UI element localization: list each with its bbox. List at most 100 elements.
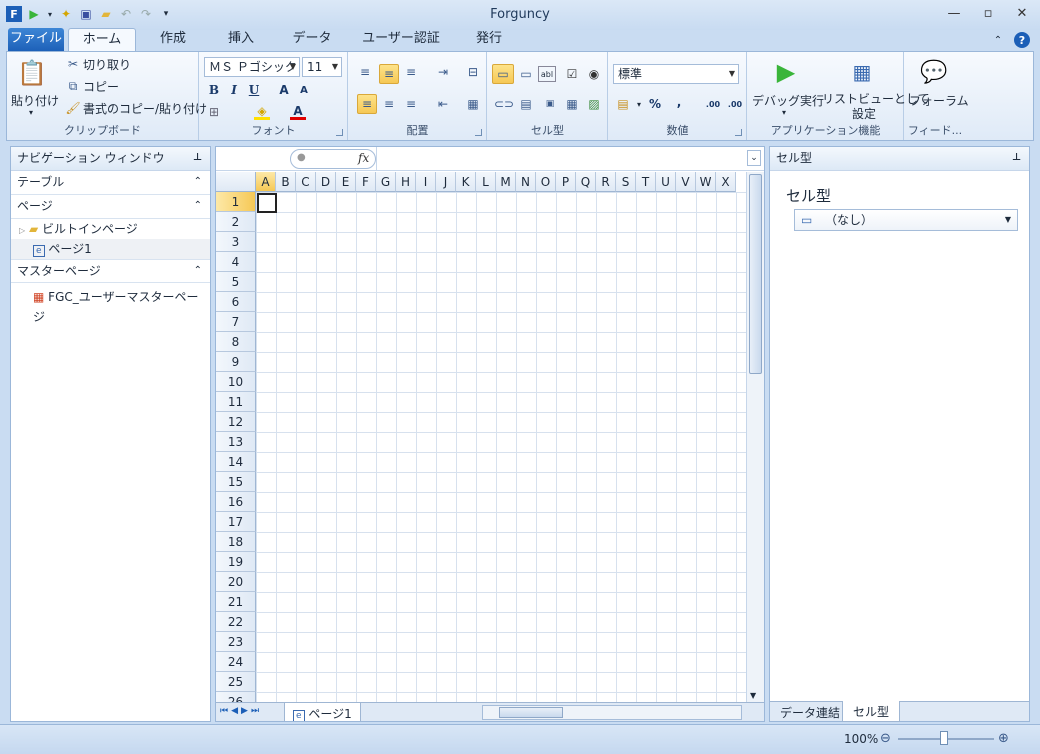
tab-insert[interactable]: 挿入 xyxy=(216,28,266,52)
align-middle-icon[interactable]: ≡ xyxy=(379,64,399,84)
column-header[interactable]: E xyxy=(336,172,356,192)
chevron-up-icon[interactable]: ⌃ xyxy=(194,260,202,282)
sheet-tab-page1[interactable]: e ページ1 xyxy=(284,703,361,721)
tab-user-auth[interactable]: ユーザー認証 xyxy=(358,28,444,52)
outdent-icon[interactable]: ⇤ xyxy=(435,96,451,112)
expand-formula-icon[interactable]: ⌄ xyxy=(747,150,761,166)
paste-dropdown-icon[interactable]: ▾ xyxy=(29,108,33,117)
listview-button-line2[interactable]: 設定 xyxy=(852,105,876,122)
listview-icon[interactable]: ▦ xyxy=(848,58,876,86)
grow-font-icon[interactable]: A xyxy=(276,82,292,98)
button-celltype-icon[interactable]: ▭ xyxy=(518,66,534,82)
image-celltype-icon[interactable]: ▨ xyxy=(586,96,602,112)
row-header[interactable]: 9 xyxy=(216,352,256,372)
comma-icon[interactable]: , xyxy=(671,94,687,110)
zoom-slider-handle[interactable] xyxy=(940,731,948,745)
debug-dropdown-icon[interactable]: ▾ xyxy=(782,108,786,117)
shrink-font-icon[interactable]: A xyxy=(296,82,312,98)
row-header[interactable]: 14 xyxy=(216,452,256,472)
paste-button[interactable]: 貼り付け xyxy=(11,92,59,109)
collapse-ribbon-icon[interactable]: ⌃ xyxy=(990,32,1006,48)
nav-item-builtin-pages[interactable]: ▷ ▰ ビルトインページ xyxy=(11,219,210,239)
debug-run-button[interactable]: デバッグ実行 xyxy=(752,92,824,109)
tab-data[interactable]: データ xyxy=(284,28,340,52)
horizontal-scrollbar[interactable] xyxy=(482,705,742,720)
row-header[interactable]: 11 xyxy=(216,392,256,412)
align-center-icon[interactable]: ≡ xyxy=(381,96,397,112)
fx-icon[interactable]: fx xyxy=(358,151,369,165)
scroll-down-icon[interactable]: ▼ xyxy=(750,691,756,700)
pin-icon[interactable]: ⊥ xyxy=(193,147,202,169)
close-icon[interactable]: ✕ xyxy=(1012,6,1032,22)
increase-decimal-icon[interactable]: .00 xyxy=(703,96,723,112)
column-header[interactable]: V xyxy=(676,172,696,192)
row-header[interactable]: 24 xyxy=(216,652,256,672)
expand-triangle-icon[interactable]: ▷ xyxy=(19,226,25,235)
nav-item-master-page[interactable]: ▦ FGC_ユーザーマスターページ xyxy=(11,287,210,324)
indent-icon[interactable]: ⇥ xyxy=(435,64,451,80)
row-header[interactable]: 3 xyxy=(216,232,256,252)
cut-button[interactable]: 切り取り xyxy=(83,56,131,73)
column-header[interactable]: O xyxy=(536,172,556,192)
row-header[interactable]: 19 xyxy=(216,552,256,572)
copy-button[interactable]: コピー xyxy=(83,78,119,95)
row-header[interactable]: 18 xyxy=(216,532,256,552)
forum-button[interactable]: フォーラム xyxy=(909,92,969,109)
font-color-icon[interactable]: A xyxy=(290,104,306,120)
row-header[interactable]: 21 xyxy=(216,592,256,612)
column-header[interactable]: A xyxy=(256,172,276,192)
list-celltype-icon[interactable]: ▤ xyxy=(518,96,534,112)
font-name-select[interactable]: ＭＳ Ｐゴシック ▼ xyxy=(204,57,300,77)
column-header[interactable]: N xyxy=(516,172,536,192)
calendar-celltype-icon[interactable]: ▦ xyxy=(564,96,580,112)
row-header[interactable]: 25 xyxy=(216,672,256,692)
font-size-select[interactable]: 11 ▼ xyxy=(302,57,342,77)
tab-file[interactable]: ファイル xyxy=(8,28,64,52)
column-header[interactable]: U xyxy=(656,172,676,192)
row-header[interactable]: 12 xyxy=(216,412,256,432)
celltype-dropdown[interactable]: ▭ （なし） ▼ xyxy=(794,209,1018,231)
row-header[interactable]: 16 xyxy=(216,492,256,512)
row-header[interactable]: 1 xyxy=(216,192,256,212)
align-top-icon[interactable]: ≡ xyxy=(357,64,373,80)
number-dialog-launcher[interactable] xyxy=(735,129,742,136)
chevron-up-icon[interactable]: ⌃ xyxy=(194,171,202,193)
column-header[interactable]: T xyxy=(636,172,656,192)
zoom-out-icon[interactable]: ⊖ xyxy=(880,731,891,746)
row-header[interactable]: 7 xyxy=(216,312,256,332)
forum-icon[interactable]: 💬 xyxy=(919,58,949,86)
column-header[interactable]: X xyxy=(716,172,736,192)
checkbox-celltype-icon[interactable]: ☑ xyxy=(564,66,580,82)
number-celltype-icon[interactable]: ▣ xyxy=(542,96,558,112)
fill-color-icon[interactable]: ◈ xyxy=(254,104,270,120)
row-header[interactable]: 4 xyxy=(216,252,256,272)
radio-celltype-icon[interactable]: ◉ xyxy=(586,66,602,82)
active-cell[interactable] xyxy=(257,193,277,213)
decrease-decimal-icon[interactable]: .00 xyxy=(725,96,745,112)
percent-icon[interactable]: % xyxy=(647,96,663,112)
row-header[interactable]: 6 xyxy=(216,292,256,312)
paste-icon[interactable]: 📋 xyxy=(17,58,47,88)
italic-icon[interactable]: I xyxy=(226,82,242,98)
nav-section-pages[interactable]: ページ ⌃ xyxy=(11,195,210,219)
nav-section-tables[interactable]: テーブル ⌃ xyxy=(11,171,210,195)
scroll-thumb[interactable] xyxy=(749,174,762,374)
column-header[interactable]: L xyxy=(476,172,496,192)
font-dialog-launcher[interactable] xyxy=(336,129,343,136)
nav-item-page1[interactable]: e ページ1 xyxy=(11,239,210,259)
chevron-up-icon[interactable]: ⌃ xyxy=(194,195,202,217)
select-all-corner[interactable] xyxy=(216,172,256,192)
column-header[interactable]: H xyxy=(396,172,416,192)
debug-run-icon[interactable]: ▶ xyxy=(772,58,800,86)
zoom-in-icon[interactable]: ⊕ xyxy=(998,731,1009,746)
column-header[interactable]: D xyxy=(316,172,336,192)
format-copy-button[interactable]: 書式のコピー/貼り付け xyxy=(83,100,207,117)
tab-celltype[interactable]: セル型 xyxy=(842,701,901,722)
row-header[interactable]: 26 xyxy=(216,692,256,702)
row-header[interactable]: 8 xyxy=(216,332,256,352)
row-header[interactable]: 10 xyxy=(216,372,256,392)
merge-cells-icon[interactable]: ▦ xyxy=(465,96,481,112)
align-bottom-icon[interactable]: ≡ xyxy=(403,64,419,80)
bold-icon[interactable]: B xyxy=(206,82,222,98)
vertical-scrollbar[interactable]: ▼ xyxy=(746,172,764,702)
